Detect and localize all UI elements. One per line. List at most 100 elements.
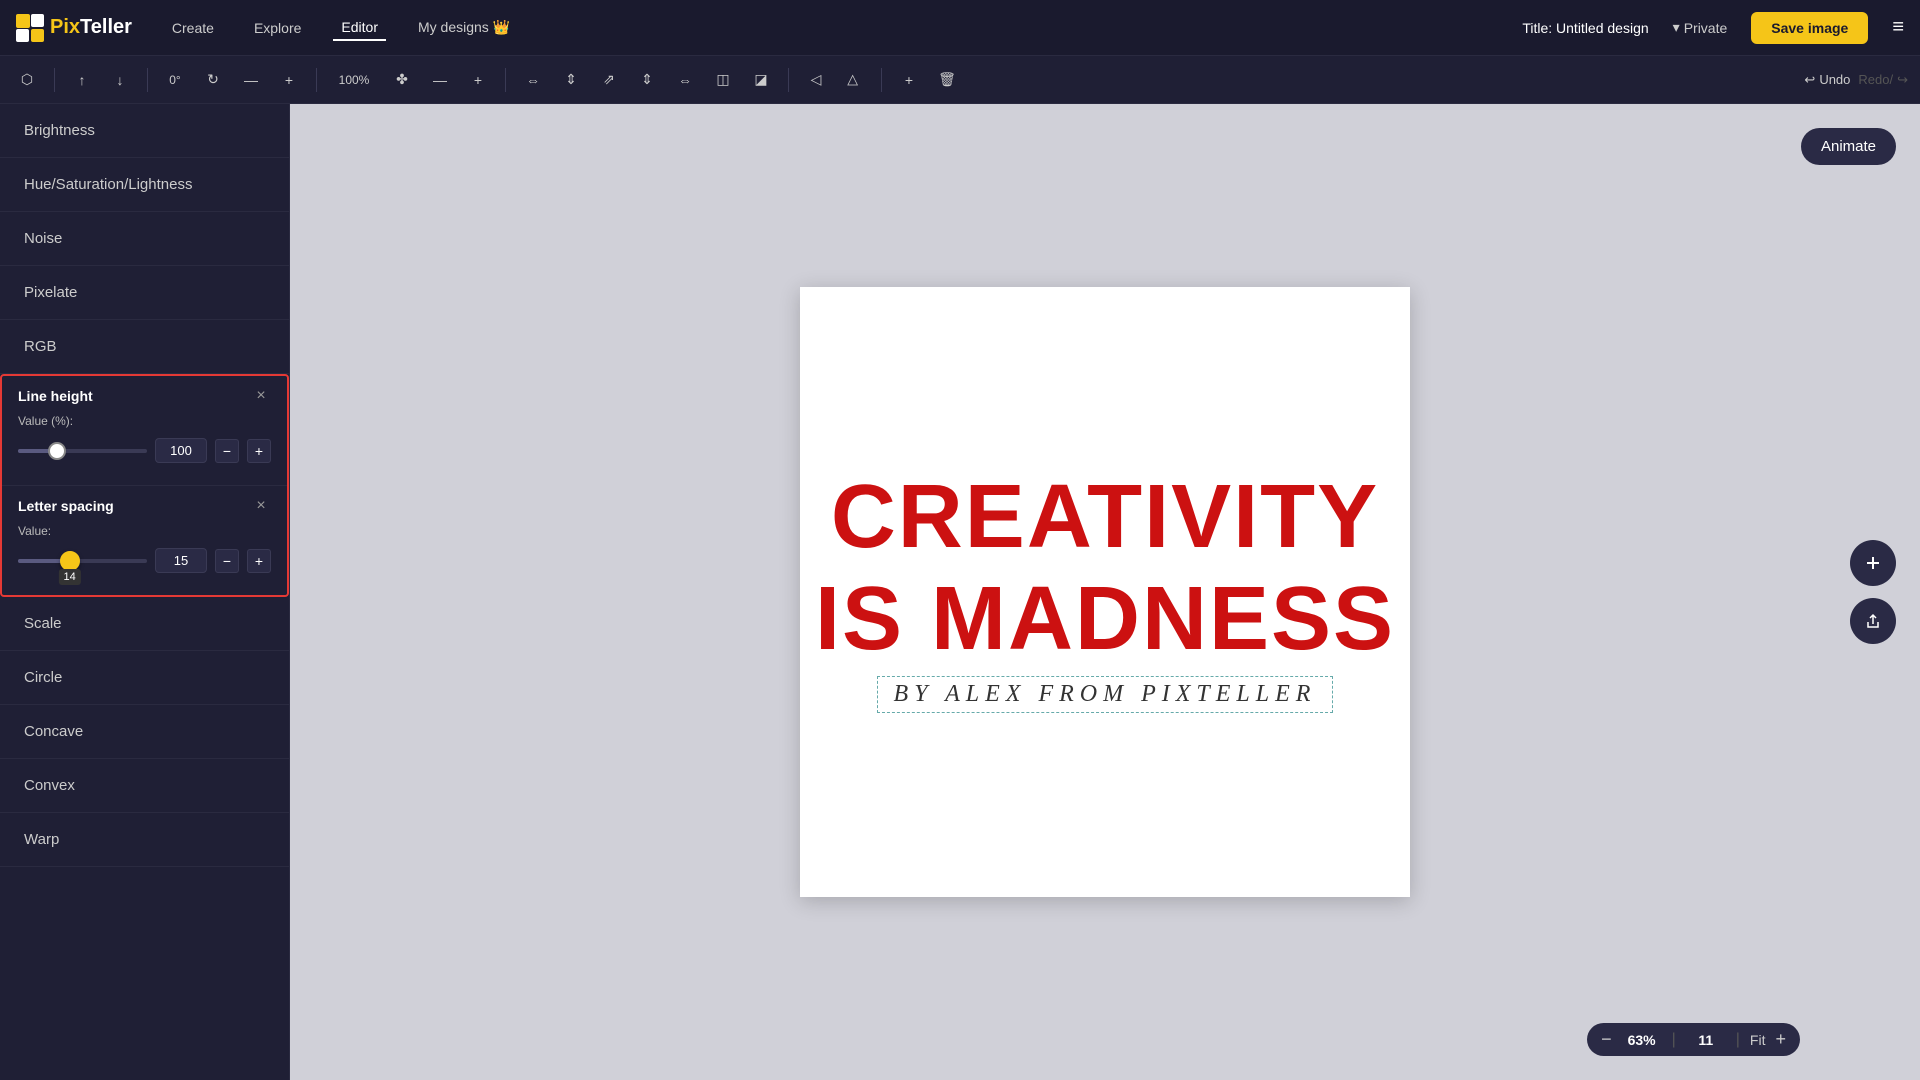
plus-icon — [1864, 554, 1882, 572]
line-height-slider-row: 100 − + — [18, 438, 271, 463]
letter-spacing-decrease-button[interactable]: − — [215, 549, 239, 573]
line-height-value-label: Value (%): — [18, 414, 271, 428]
sidebar-item-warp[interactable]: Warp — [0, 813, 289, 867]
sidebar-item-rgb[interactable]: RGB — [0, 320, 289, 374]
zoom-increase-icon[interactable]: + — [274, 65, 304, 95]
align-top-icon[interactable]: ⇗ — [594, 65, 624, 95]
align-right-icon[interactable]: ⇔ — [670, 65, 700, 95]
nav-my-designs[interactable]: My designs 👑 — [410, 15, 518, 40]
canvas[interactable]: CREATIVITY IS MADNESS BY ALEX FROM PIXTE… — [800, 287, 1410, 897]
letter-spacing-slider-track[interactable]: 14 — [18, 559, 147, 563]
sidebar-item-noise[interactable]: Noise — [0, 212, 289, 266]
canvas-sub-text: BY ALEX FROM PIXTELLER — [877, 676, 1334, 713]
sidebar-item-pixelate[interactable]: Pixelate — [0, 266, 289, 320]
distribute-h-icon[interactable]: ◫ — [708, 65, 738, 95]
zoom-value: 63% — [1622, 1032, 1662, 1048]
zoom-fit-button[interactable]: Fit — [1750, 1032, 1766, 1048]
line-height-slider-track[interactable] — [18, 449, 147, 453]
canvas-area: CREATIVITY IS MADNESS BY ALEX FROM PIXTE… — [290, 104, 1920, 1080]
flip-v-icon[interactable]: ◁ — [839, 65, 869, 95]
zoom-in-icon[interactable]: + — [463, 65, 493, 95]
zoom-num: 11 — [1686, 1032, 1726, 1048]
dropdown-icon: ▾ — [1673, 19, 1680, 36]
canvas-main-text-line2: IS MADNESS — [815, 574, 1395, 664]
line-height-body: Value (%): 100 − + — [2, 414, 287, 485]
zoom-percent[interactable]: 100% — [329, 65, 379, 95]
share-icon — [1864, 612, 1882, 630]
toolbar-separator-2 — [147, 68, 148, 92]
letter-spacing-header: Letter spacing × — [2, 486, 287, 524]
letter-spacing-slider-row: 14 15 − + — [18, 548, 271, 573]
align-middle-icon[interactable]: ⇕ — [632, 65, 662, 95]
crown-icon: 👑 — [493, 19, 510, 35]
zoom-out-button[interactable]: − — [1601, 1029, 1612, 1050]
undo-button[interactable]: ↩ Undo — [1804, 72, 1850, 88]
zoom-out-icon[interactable]: — — [425, 65, 455, 95]
toolbar-separator-5 — [788, 68, 789, 92]
flip-h-icon[interactable]: ◁ — [801, 65, 831, 95]
undo-icon: ↩ — [1804, 72, 1815, 88]
hamburger-menu-button[interactable]: ≡ — [1892, 16, 1904, 39]
line-height-slider-thumb[interactable] — [48, 442, 66, 460]
line-height-header: Line height × — [2, 376, 287, 414]
align-center-icon[interactable]: ⇕ — [556, 65, 586, 95]
toolbar-separator-6 — [881, 68, 882, 92]
toolbar-separator-1 — [54, 68, 55, 92]
line-height-decrease-button[interactable]: − — [215, 439, 239, 463]
distribute-v-icon[interactable]: ◪ — [746, 65, 776, 95]
main-area: Brightness Hue/Saturation/Lightness Nois… — [0, 104, 1920, 1080]
design-title: Title: Untitled design — [1522, 20, 1648, 36]
sidebar-item-concave[interactable]: Concave — [0, 705, 289, 759]
zoom-bar: − 63% | 11 | Fit + — [1587, 1023, 1800, 1056]
sidebar-item-convex[interactable]: Convex — [0, 759, 289, 813]
add-element-button[interactable] — [1850, 540, 1896, 586]
nav-create[interactable]: Create — [164, 16, 222, 40]
move-down-icon[interactable]: ↓ — [105, 65, 135, 95]
sidebar-item-brightness[interactable]: Brightness — [0, 104, 289, 158]
letter-spacing-tooltip: 14 — [58, 569, 80, 585]
delete-icon[interactable]: 🗑 — [932, 65, 962, 95]
canvas-main-text-line1: CREATIVITY — [831, 472, 1379, 562]
logo[interactable]: PixTeller — [16, 14, 132, 42]
rotate-field[interactable]: 0° — [160, 65, 190, 95]
animate-button[interactable]: Animate — [1801, 128, 1896, 165]
duplicate-icon[interactable]: + — [894, 65, 924, 95]
logo-icon — [16, 14, 44, 42]
sidebar-item-circle[interactable]: Circle — [0, 651, 289, 705]
nav-editor[interactable]: Editor — [333, 15, 386, 41]
logo-text: PixTeller — [50, 16, 132, 39]
toolbar-separator-3 — [316, 68, 317, 92]
letter-spacing-value-label: Value: — [18, 524, 271, 538]
grid-icon[interactable]: ✤ — [387, 65, 417, 95]
save-image-button[interactable]: Save image — [1751, 12, 1868, 44]
rotate-icon[interactable]: ↻ — [198, 65, 228, 95]
line-height-title: Line height — [18, 388, 93, 404]
redo-icon: ↪ — [1897, 72, 1908, 88]
letter-spacing-close-button[interactable]: × — [251, 496, 271, 516]
line-height-close-button[interactable]: × — [251, 386, 271, 406]
share-button[interactable] — [1850, 598, 1896, 644]
line-height-increase-button[interactable]: + — [247, 439, 271, 463]
sidebar-item-scale[interactable]: Scale — [0, 597, 289, 651]
sidebar: Brightness Hue/Saturation/Lightness Nois… — [0, 104, 290, 1080]
sidebar-item-hsl[interactable]: Hue/Saturation/Lightness — [0, 158, 289, 212]
letter-spacing-title: Letter spacing — [18, 498, 114, 514]
top-navigation: PixTeller Create Explore Editor My desig… — [0, 0, 1920, 56]
layers-icon[interactable]: ⬡ — [12, 65, 42, 95]
letter-spacing-increase-button[interactable]: + — [247, 549, 271, 573]
line-height-value-input[interactable]: 100 — [155, 438, 207, 463]
zoom-separator-2: | — [1736, 1031, 1740, 1049]
redo-button[interactable]: Redo/ ↪ — [1858, 72, 1908, 88]
zoom-separator: | — [1672, 1031, 1676, 1049]
zoom-in-button[interactable]: + — [1775, 1029, 1786, 1050]
nav-explore[interactable]: Explore — [246, 16, 309, 40]
zoom-decrease-icon[interactable]: — — [236, 65, 266, 95]
privacy-toggle[interactable]: ▾ Private — [1673, 19, 1728, 36]
align-left-icon[interactable]: ⇔ — [518, 65, 548, 95]
right-float-buttons — [1850, 540, 1896, 644]
editor-toolbar: ⬡ ↑ ↓ 0° ↻ — + 100% ✤ — + ⇔ ⇕ ⇗ ⇕ ⇔ ◫ ◪ … — [0, 56, 1920, 104]
letter-spacing-section: Letter spacing × Value: 14 15 − + — [2, 485, 287, 595]
letter-spacing-value-input[interactable]: 15 — [155, 548, 207, 573]
move-up-icon[interactable]: ↑ — [67, 65, 97, 95]
letter-spacing-slider-thumb[interactable] — [60, 551, 80, 571]
